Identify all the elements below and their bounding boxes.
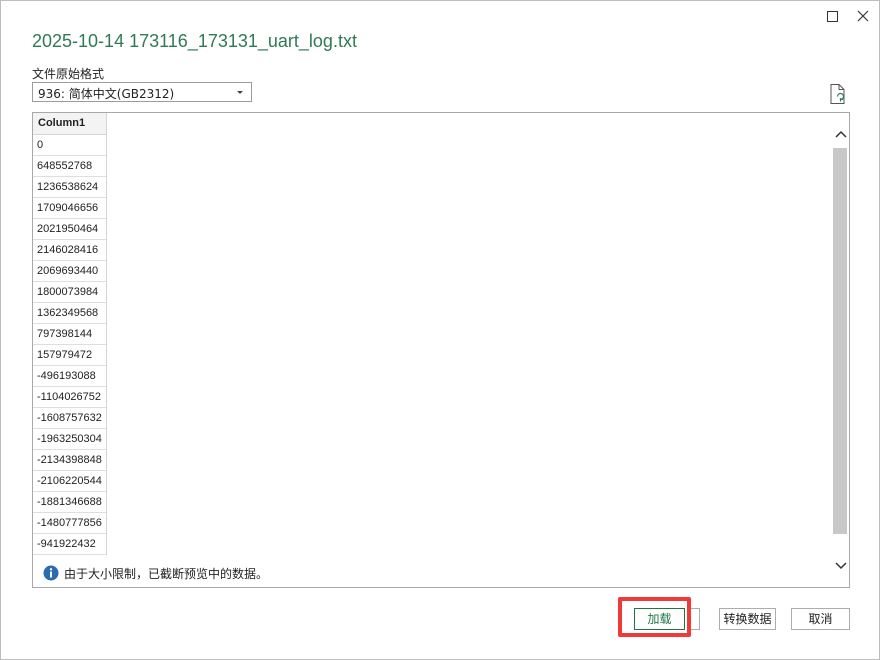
cancel-button[interactable]: 取消	[791, 608, 850, 630]
scroll-up-button[interactable]	[832, 123, 849, 145]
close-button[interactable]	[852, 5, 874, 27]
dialog-window: 2025-10-14 173116_173131_uart_log.txt 文件…	[0, 0, 880, 660]
load-dropdown-button[interactable]	[688, 608, 700, 630]
load-button[interactable]: 加载	[634, 608, 685, 630]
close-icon	[857, 10, 869, 22]
table-row: 797398144	[33, 324, 106, 345]
table-row: 648552768	[33, 156, 106, 177]
table-row: -1480777856	[33, 513, 106, 534]
vertical-scrollbar[interactable]	[832, 123, 849, 577]
chevron-up-icon	[834, 130, 847, 138]
transform-data-button[interactable]: 转换数据	[719, 608, 776, 630]
encoding-value: 936: 简体中文(GB2312)	[38, 87, 175, 101]
table-row: -1608757632	[33, 408, 106, 429]
maximize-button[interactable]	[821, 5, 843, 27]
chevron-down-icon	[237, 91, 243, 94]
table-row: -2134398848	[33, 450, 106, 471]
encoding-label: 文件原始格式	[32, 67, 105, 81]
table-row: 1362349568	[33, 303, 106, 324]
encoding-dropdown[interactable]: 936: 简体中文(GB2312)	[32, 82, 252, 102]
maximize-icon	[826, 10, 838, 22]
scrollbar-thumb[interactable]	[833, 148, 847, 534]
truncation-notice: 由于大小限制，已截断预览中的数据。	[43, 564, 268, 582]
table-row: 2069693440	[33, 261, 106, 282]
table-row: -941922432	[33, 534, 106, 555]
data-preview-pane: Column1 0 648552768 1236538624 170904665…	[32, 112, 850, 588]
table-row: 157979472	[33, 345, 106, 366]
table-row: -1963250304	[33, 429, 106, 450]
table-row: 2021950464	[33, 219, 106, 240]
scroll-down-button[interactable]	[832, 555, 849, 577]
truncation-message: 由于大小限制，已截断预览中的数据。	[64, 566, 269, 581]
table-row: -1104026752	[33, 387, 106, 408]
table-row: 1800073984	[33, 282, 106, 303]
refresh-file-icon[interactable]	[828, 83, 848, 105]
column-header[interactable]: Column1	[33, 113, 106, 135]
info-icon	[43, 565, 59, 581]
dialog-title: 2025-10-14 173116_173131_uart_log.txt	[32, 31, 357, 51]
table-row: -1881346688	[33, 492, 106, 513]
table-row: -2106220544	[33, 471, 106, 492]
table-row: 1236538624	[33, 177, 106, 198]
table-row: -496193088	[33, 366, 106, 387]
table-row: 2146028416	[33, 240, 106, 261]
chevron-down-icon	[834, 562, 847, 570]
preview-table: Column1 0 648552768 1236538624 170904665…	[33, 113, 107, 555]
table-row: 0	[33, 135, 106, 156]
table-row: 1709046656	[33, 198, 106, 219]
